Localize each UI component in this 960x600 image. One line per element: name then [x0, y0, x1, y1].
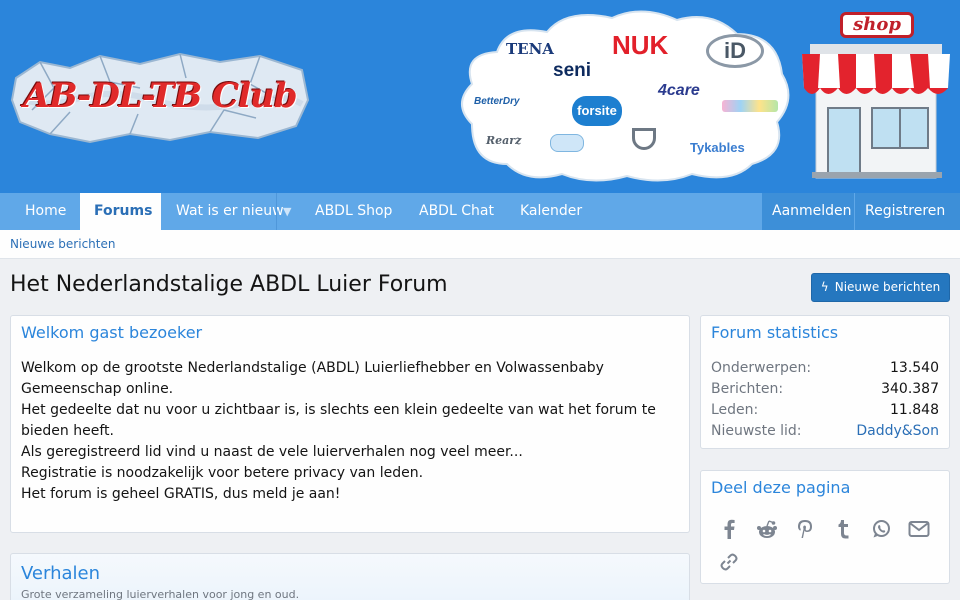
newest-member-link[interactable]: Daddy&Son — [856, 421, 939, 442]
verhalen-description: Grote verzameling luierverhalen voor jon… — [21, 588, 300, 600]
verhalen-title[interactable]: Verhalen — [21, 563, 100, 584]
shop-banner[interactable]: shop — [798, 8, 954, 180]
stats-row-newest-member: Nieuwste lid: Daddy&Son — [711, 421, 939, 442]
register-button[interactable]: Registreren — [855, 193, 960, 230]
login-button[interactable]: Aanmelden — [762, 193, 854, 230]
nav-separator — [276, 193, 277, 230]
stats-value: 11.848 — [890, 402, 939, 418]
page-title: Het Nederlandstalige ABDL Luier Forum — [10, 272, 448, 297]
welcome-line: Als geregistreerd lid vind u naast de ve… — [21, 444, 523, 460]
tumblr-icon[interactable] — [831, 517, 855, 541]
subnav-new-posts-link[interactable]: Nieuwe berichten — [10, 230, 115, 259]
pinterest-icon[interactable] — [793, 517, 817, 541]
nav-abdl-shop[interactable]: ABDL Shop — [301, 193, 406, 230]
main-nav: Home Forums Wat is er nieuw ▼ ABDL Shop … — [0, 193, 960, 230]
welcome-title: Welkom gast bezoeker — [21, 323, 203, 342]
welcome-line: Het forum is geheel GRATIS, dus meld je … — [21, 486, 341, 502]
brand-betterdry: BetterDry — [474, 96, 520, 107]
nav-home[interactable]: Home — [11, 193, 80, 230]
facebook-icon[interactable] — [717, 517, 741, 541]
logo-text: AB-DL-TB Club — [23, 76, 297, 116]
brand-seni: seni — [553, 60, 592, 81]
brand-4care: 4care — [658, 82, 700, 99]
brand-colorful-logo — [722, 100, 778, 112]
email-icon[interactable] — [907, 517, 931, 541]
brand-cloud-banner[interactable]: TENA seni NUK iD BetterDry forsite 4care… — [452, 4, 794, 184]
new-posts-button-label: Nieuwe berichten — [834, 280, 941, 294]
brand-id: iD — [706, 34, 764, 68]
stats-label: Onderwerpen: — [711, 360, 812, 376]
stats-title[interactable]: Forum statistics — [711, 323, 838, 342]
nav-wat-is-er-nieuw[interactable]: Wat is er nieuw — [162, 193, 298, 230]
share-block: Deel deze pagina — [700, 470, 950, 584]
brand-tena: TENA — [506, 40, 554, 58]
stats-label: Nieuwste lid: — [711, 423, 802, 439]
stats-row-topics: Onderwerpen: 13.540 — [711, 358, 939, 379]
site-header: AB-DL-TB Club TENA seni NUK iD BetterDry… — [0, 0, 960, 193]
verhalen-category[interactable]: Verhalen Grote verzameling luierverhalen… — [10, 553, 690, 600]
nav-kalender[interactable]: Kalender — [506, 193, 596, 230]
welcome-body: Welkom op de grootste Nederlandstalige (… — [21, 358, 681, 505]
chevron-down-icon[interactable]: ▼ — [283, 193, 291, 230]
share-title: Deel deze pagina — [711, 478, 851, 497]
shop-sign: shop — [840, 12, 914, 38]
stats-value: 340.387 — [881, 381, 939, 397]
stats-label: Leden: — [711, 402, 759, 418]
nav-forums[interactable]: Forums — [80, 193, 161, 230]
stats-value: 13.540 — [890, 360, 939, 376]
site-logo[interactable]: AB-DL-TB Club — [10, 48, 310, 144]
sub-nav: Nieuwe berichten — [0, 230, 960, 259]
stats-row-members: Leden: 11.848 — [711, 400, 939, 421]
nav-abdl-chat[interactable]: ABDL Chat — [405, 193, 508, 230]
new-posts-button[interactable]: ϟ Nieuwe berichten — [811, 273, 950, 302]
whatsapp-icon[interactable] — [869, 517, 893, 541]
stats-row-posts: Berichten: 340.387 — [711, 379, 939, 400]
welcome-line: Het gedeelte dat nu voor u zichtbaar is,… — [21, 402, 656, 439]
stats-label: Berichten: — [711, 381, 784, 397]
welcome-block: Welkom gast bezoeker Welkom op de groots… — [10, 315, 690, 533]
brand-rearz: Rearz — [486, 134, 522, 147]
brand-nuk: NUK — [612, 30, 669, 60]
bolt-icon: ϟ — [820, 280, 829, 294]
brand-small-logo — [550, 134, 584, 152]
welcome-line: Registratie is noodzakelijk voor betere … — [21, 465, 424, 481]
brand-tykables: Tykables — [690, 140, 745, 155]
link-icon[interactable] — [717, 550, 741, 574]
reddit-icon[interactable] — [755, 517, 779, 541]
welcome-line: Welkom op de grootste Nederlandstalige (… — [21, 360, 604, 397]
forum-statistics-block: Forum statistics Onderwerpen: 13.540 Ber… — [700, 315, 950, 449]
brand-forsite: forsite — [572, 96, 622, 126]
